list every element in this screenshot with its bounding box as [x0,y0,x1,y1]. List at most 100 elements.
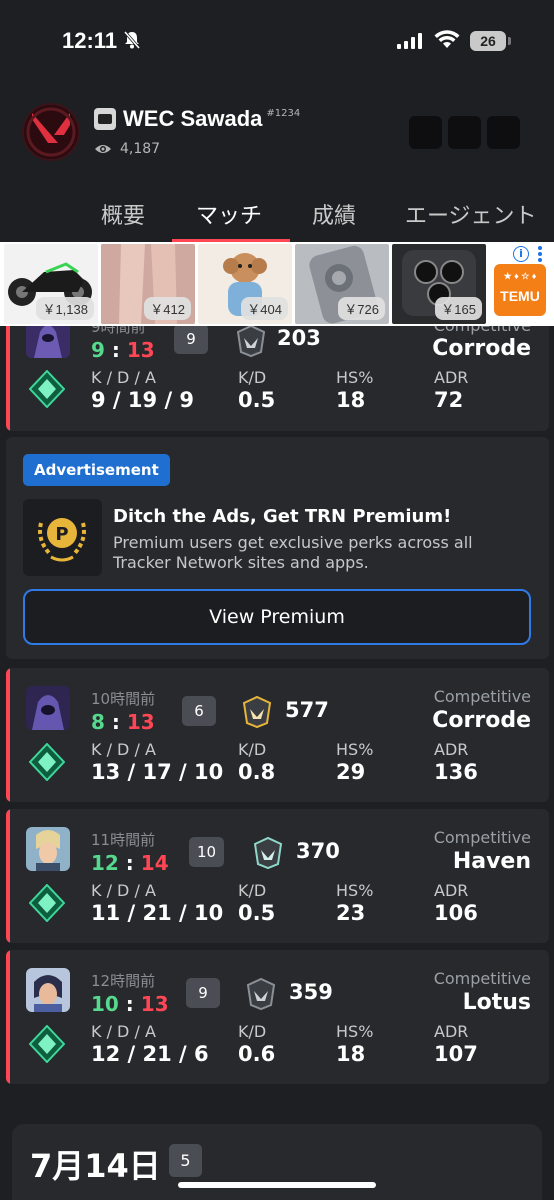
wifi-icon [434,30,460,48]
match-score: 8 : 13 [91,710,155,734]
agent-portrait [26,968,70,1012]
kd-value: 0.5 [238,901,276,925]
agent-portrait [26,686,70,730]
kd-label: K/D [238,740,267,759]
kda-value: 12 / 21 / 6 [91,1042,209,1066]
ad-info-icon[interactable]: i [513,246,529,262]
loss-indicator-bar [6,310,10,431]
hs-value: 18 [336,1042,366,1066]
adr-label: ADR [434,881,469,900]
match-mode: Competitive [433,687,531,706]
score-enemy: 13 [140,992,169,1016]
player-tag: #1234 [266,107,301,119]
rank-rr-icon [242,695,272,729]
battery-cap [508,37,511,45]
valorant-logo-icon [24,105,78,159]
premium-ad-card: Advertisement P Ditch the Ads, Get TRN P… [6,437,549,659]
score-enemy: 13 [126,338,155,362]
ad-price: ￥726 [338,297,385,320]
status-time: 12:11 [62,28,118,53]
placement-badge: 10 [189,837,225,867]
ad-product-lens-protector[interactable]: ￥165 [392,244,486,324]
header-action-button-2[interactable] [448,116,481,149]
rank-ascendant-icon [29,743,65,781]
avatar[interactable] [22,103,80,161]
match-map: Corrode [432,708,531,733]
match-score: 10 : 13 [91,992,169,1016]
tab-agents[interactable]: エージェント [405,198,537,230]
match-card[interactable]: 10時間前 8 : 13 6 577 Competitive Corrode K… [6,668,549,802]
header-action-button-3[interactable] [487,116,520,149]
ad-product-dog-clothes[interactable]: ￥404 [198,244,292,324]
ad-product-motorcycle[interactable]: ￥1,138 [4,244,98,324]
tab-matches[interactable]: マッチ [196,198,262,230]
placement-badge: 9 [174,324,208,354]
tab-overview[interactable]: 概要 [101,198,145,230]
kda-label: K / D / A [91,368,156,387]
ad-banner[interactable]: ￥1,138 ￥412 ￥404 ￥726 ￥165 [0,242,554,326]
match-card[interactable]: 9時間前 9 : 13 9 203 Competitive Corrode K … [6,310,549,431]
adr-value: 136 [434,760,478,784]
header-actions [409,116,520,149]
ad-product-tights[interactable]: ￥412 [101,244,195,324]
hs-value: 29 [336,760,366,784]
premium-logo: P [23,499,102,576]
ad-product-phone-case[interactable]: ￥726 [295,244,389,324]
hs-label: HS% [336,368,374,387]
date-match-count: 5 [169,1144,202,1177]
hs-value: 23 [336,901,366,925]
match-time-ago: 12時間前 [91,972,156,990]
score-team: 8 [91,710,105,734]
score-enemy: 14 [140,851,169,875]
kda-label: K / D / A [91,1022,156,1041]
kda-value: 9 / 19 / 9 [91,388,195,412]
rank-rr-icon [236,324,266,358]
match-time-ago: 11時間前 [91,831,156,849]
profile-header: WEC Sawada #1234 4,187 [22,100,532,170]
premium-title: Ditch the Ads, Get TRN Premium! [113,506,452,527]
score-team: 9 [91,338,105,362]
tab-performance[interactable]: 成績 [312,198,356,230]
match-card[interactable]: 12時間前 10 : 13 9 359 Competitive Lotus K … [6,950,549,1084]
match-score: 9 : 13 [91,338,155,362]
match-rr: 370 [296,839,340,863]
match-rr: 203 [277,326,321,350]
placement-badge: 9 [186,978,220,1008]
home-indicator[interactable] [178,1182,376,1188]
battery-icon: 26 [470,31,506,51]
hs-label: HS% [336,881,374,900]
bell-muted-icon [123,31,141,49]
score-enemy: 13 [126,710,155,734]
match-map: Lotus [462,990,531,1015]
ad-price: ￥412 [144,297,191,320]
player-name: WEC Sawada [123,106,263,131]
temu-logo[interactable]: ★ ♦ ☆ ♦ TEMU [494,264,546,316]
status-bar: 12:11 26 [0,0,554,80]
adr-label: ADR [434,368,469,387]
svg-text:P: P [55,524,68,545]
match-rr: 577 [285,698,329,722]
match-card[interactable]: 11時間前 12 : 14 10 370 Competitive Haven K… [6,809,549,943]
score-team: 10 [91,992,119,1016]
premium-description: Premium users get exclusive perks across… [113,533,473,572]
advertisement-badge: Advertisement [23,454,170,486]
player-name-row: WEC Sawada #1234 [94,106,300,132]
hs-value: 18 [336,388,366,412]
adr-value: 72 [434,388,464,412]
match-mode: Competitive [433,969,531,988]
loss-indicator-bar [6,950,10,1084]
temu-brand-text: TEMU [500,288,540,304]
kda-value: 11 / 21 / 10 [91,901,224,925]
signal-icon [397,33,422,49]
kda-value: 13 / 17 / 10 [91,760,224,784]
match-map: Haven [452,849,531,874]
date-group-header: 7月14日 5 [12,1124,542,1200]
match-map: Corrode [432,336,531,361]
view-premium-button[interactable]: View Premium [23,589,531,645]
loss-indicator-bar [6,809,10,943]
ad-more-icon[interactable] [538,246,542,262]
kd-label: K/D [238,368,267,387]
ad-price: ￥1,138 [36,297,94,320]
hs-label: HS% [336,740,374,759]
header-action-button-1[interactable] [409,116,442,149]
